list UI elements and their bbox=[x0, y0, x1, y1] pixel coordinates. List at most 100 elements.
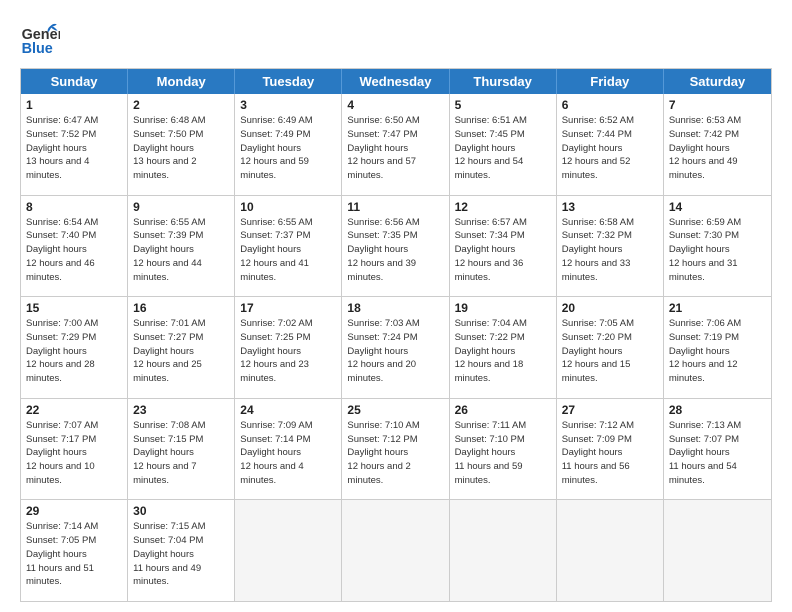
day-number: 25 bbox=[347, 403, 443, 417]
day-info: Sunrise: 7:01 AMSunset: 7:27 PMDaylight … bbox=[133, 317, 229, 386]
calendar-header: SundayMondayTuesdayWednesdayThursdayFrid… bbox=[21, 69, 771, 94]
calendar-cell: 24 Sunrise: 7:09 AMSunset: 7:14 PMDayligh… bbox=[235, 399, 342, 500]
day-info: Sunrise: 6:56 AMSunset: 7:35 PMDaylight … bbox=[347, 216, 443, 285]
day-number: 24 bbox=[240, 403, 336, 417]
day-info: Sunrise: 7:07 AMSunset: 7:17 PMDaylight … bbox=[26, 419, 122, 488]
day-number: 23 bbox=[133, 403, 229, 417]
calendar-cell: 28 Sunrise: 7:13 AMSunset: 7:07 PMDayligh… bbox=[664, 399, 771, 500]
page: General Blue SundayMondayTuesdayWednesda… bbox=[0, 0, 792, 612]
week-row-5: 29 Sunrise: 7:14 AMSunset: 7:05 PMDayligh… bbox=[21, 499, 771, 601]
day-info: Sunrise: 6:55 AMSunset: 7:37 PMDaylight … bbox=[240, 216, 336, 285]
header-day-sunday: Sunday bbox=[21, 69, 128, 94]
day-number: 20 bbox=[562, 301, 658, 315]
day-number: 5 bbox=[455, 98, 551, 112]
day-number: 3 bbox=[240, 98, 336, 112]
calendar-cell: 11 Sunrise: 6:56 AMSunset: 7:35 PMDayligh… bbox=[342, 196, 449, 297]
calendar-cell: 30Sunrise: 7:15 AMSunset: 7:04 PMDayligh… bbox=[128, 500, 235, 601]
day-info: Sunrise: 7:08 AMSunset: 7:15 PMDaylight … bbox=[133, 419, 229, 488]
day-info: Sunrise: 7:10 AMSunset: 7:12 PMDaylight … bbox=[347, 419, 443, 488]
calendar-cell: 20 Sunrise: 7:05 AMSunset: 7:20 PMDayligh… bbox=[557, 297, 664, 398]
calendar-cell: 29 Sunrise: 7:14 AMSunset: 7:05 PMDayligh… bbox=[21, 500, 128, 601]
day-number: 30 bbox=[133, 504, 229, 518]
day-number: 12 bbox=[455, 200, 551, 214]
day-number: 26 bbox=[455, 403, 551, 417]
calendar-cell: 23 Sunrise: 7:08 AMSunset: 7:15 PMDayligh… bbox=[128, 399, 235, 500]
calendar-cell: 9Sunrise: 6:55 AMSunset: 7:39 PMDaylight… bbox=[128, 196, 235, 297]
day-number: 4 bbox=[347, 98, 443, 112]
day-info: Sunrise: 6:49 AMSunset: 7:49 PMDaylight … bbox=[240, 114, 336, 183]
day-number: 29 bbox=[26, 504, 122, 518]
day-info: Sunrise: 7:12 AMSunset: 7:09 PMDaylight … bbox=[562, 419, 658, 488]
calendar-cell: 6 Sunrise: 6:52 AMSunset: 7:44 PMDaylight… bbox=[557, 94, 664, 195]
day-number: 7 bbox=[669, 98, 766, 112]
day-number: 6 bbox=[562, 98, 658, 112]
calendar-cell: 8 Sunrise: 6:54 AMSunset: 7:40 PMDaylight… bbox=[21, 196, 128, 297]
day-number: 27 bbox=[562, 403, 658, 417]
day-number: 28 bbox=[669, 403, 766, 417]
day-number: 2 bbox=[133, 98, 229, 112]
calendar-cell bbox=[235, 500, 342, 601]
calendar-cell: 16 Sunrise: 7:01 AMSunset: 7:27 PMDayligh… bbox=[128, 297, 235, 398]
calendar-cell: 14Sunrise: 6:59 AMSunset: 7:30 PMDayligh… bbox=[664, 196, 771, 297]
week-row-1: 1Sunrise: 6:47 AMSunset: 7:52 PMDaylight… bbox=[21, 94, 771, 195]
day-info: Sunrise: 6:48 AMSunset: 7:50 PMDaylight … bbox=[133, 114, 229, 183]
calendar-cell: 27 Sunrise: 7:12 AMSunset: 7:09 PMDayligh… bbox=[557, 399, 664, 500]
calendar-cell: 3 Sunrise: 6:49 AMSunset: 7:49 PMDaylight… bbox=[235, 94, 342, 195]
day-info: Sunrise: 7:04 AMSunset: 7:22 PMDaylight … bbox=[455, 317, 551, 386]
day-number: 22 bbox=[26, 403, 122, 417]
day-number: 18 bbox=[347, 301, 443, 315]
svg-text:Blue: Blue bbox=[22, 41, 53, 57]
logo-icon: General Blue bbox=[20, 18, 60, 58]
day-number: 9 bbox=[133, 200, 229, 214]
header-day-wednesday: Wednesday bbox=[342, 69, 449, 94]
header: General Blue bbox=[20, 18, 772, 58]
day-info: Sunrise: 6:52 AMSunset: 7:44 PMDaylight … bbox=[562, 114, 658, 183]
calendar-cell: 4 Sunrise: 6:50 AMSunset: 7:47 PMDaylight… bbox=[342, 94, 449, 195]
calendar-cell: 13 Sunrise: 6:58 AMSunset: 7:32 PMDayligh… bbox=[557, 196, 664, 297]
day-number: 8 bbox=[26, 200, 122, 214]
calendar-cell: 26Sunrise: 7:11 AMSunset: 7:10 PMDayligh… bbox=[450, 399, 557, 500]
day-number: 17 bbox=[240, 301, 336, 315]
calendar-cell: 5 Sunrise: 6:51 AMSunset: 7:45 PMDaylight… bbox=[450, 94, 557, 195]
day-info: Sunrise: 6:50 AMSunset: 7:47 PMDaylight … bbox=[347, 114, 443, 183]
calendar-cell: 1Sunrise: 6:47 AMSunset: 7:52 PMDaylight… bbox=[21, 94, 128, 195]
day-number: 14 bbox=[669, 200, 766, 214]
day-info: Sunrise: 6:53 AMSunset: 7:42 PMDaylight … bbox=[669, 114, 766, 183]
day-info: Sunrise: 7:05 AMSunset: 7:20 PMDaylight … bbox=[562, 317, 658, 386]
day-info: Sunrise: 6:54 AMSunset: 7:40 PMDaylight … bbox=[26, 216, 122, 285]
day-number: 21 bbox=[669, 301, 766, 315]
day-number: 10 bbox=[240, 200, 336, 214]
day-info: Sunrise: 6:47 AMSunset: 7:52 PMDaylight … bbox=[26, 114, 122, 183]
day-number: 13 bbox=[562, 200, 658, 214]
day-number: 16 bbox=[133, 301, 229, 315]
calendar-cell: 21 Sunrise: 7:06 AMSunset: 7:19 PMDayligh… bbox=[664, 297, 771, 398]
week-row-3: 15Sunrise: 7:00 AMSunset: 7:29 PMDayligh… bbox=[21, 296, 771, 398]
week-row-2: 8 Sunrise: 6:54 AMSunset: 7:40 PMDaylight… bbox=[21, 195, 771, 297]
calendar-cell: 2 Sunrise: 6:48 AMSunset: 7:50 PMDaylight… bbox=[128, 94, 235, 195]
day-info: Sunrise: 7:14 AMSunset: 7:05 PMDaylight … bbox=[26, 520, 122, 589]
day-info: Sunrise: 6:58 AMSunset: 7:32 PMDaylight … bbox=[562, 216, 658, 285]
day-info: Sunrise: 7:02 AMSunset: 7:25 PMDaylight … bbox=[240, 317, 336, 386]
calendar-cell: 7 Sunrise: 6:53 AMSunset: 7:42 PMDaylight… bbox=[664, 94, 771, 195]
calendar-cell bbox=[664, 500, 771, 601]
day-info: Sunrise: 7:13 AMSunset: 7:07 PMDaylight … bbox=[669, 419, 766, 488]
day-info: Sunrise: 6:51 AMSunset: 7:45 PMDaylight … bbox=[455, 114, 551, 183]
calendar-cell: 22 Sunrise: 7:07 AMSunset: 7:17 PMDayligh… bbox=[21, 399, 128, 500]
header-day-friday: Friday bbox=[557, 69, 664, 94]
day-number: 19 bbox=[455, 301, 551, 315]
header-day-saturday: Saturday bbox=[664, 69, 771, 94]
week-row-4: 22 Sunrise: 7:07 AMSunset: 7:17 PMDayligh… bbox=[21, 398, 771, 500]
calendar-cell: 17 Sunrise: 7:02 AMSunset: 7:25 PMDayligh… bbox=[235, 297, 342, 398]
day-info: Sunrise: 7:03 AMSunset: 7:24 PMDaylight … bbox=[347, 317, 443, 386]
calendar-cell: 10 Sunrise: 6:55 AMSunset: 7:37 PMDayligh… bbox=[235, 196, 342, 297]
day-info: Sunrise: 7:09 AMSunset: 7:14 PMDaylight … bbox=[240, 419, 336, 488]
day-info: Sunrise: 7:06 AMSunset: 7:19 PMDaylight … bbox=[669, 317, 766, 386]
day-number: 15 bbox=[26, 301, 122, 315]
header-day-thursday: Thursday bbox=[450, 69, 557, 94]
calendar-cell bbox=[557, 500, 664, 601]
day-number: 11 bbox=[347, 200, 443, 214]
calendar-cell bbox=[342, 500, 449, 601]
calendar-cell bbox=[450, 500, 557, 601]
calendar-cell: 15Sunrise: 7:00 AMSunset: 7:29 PMDayligh… bbox=[21, 297, 128, 398]
calendar-cell: 19 Sunrise: 7:04 AMSunset: 7:22 PMDayligh… bbox=[450, 297, 557, 398]
